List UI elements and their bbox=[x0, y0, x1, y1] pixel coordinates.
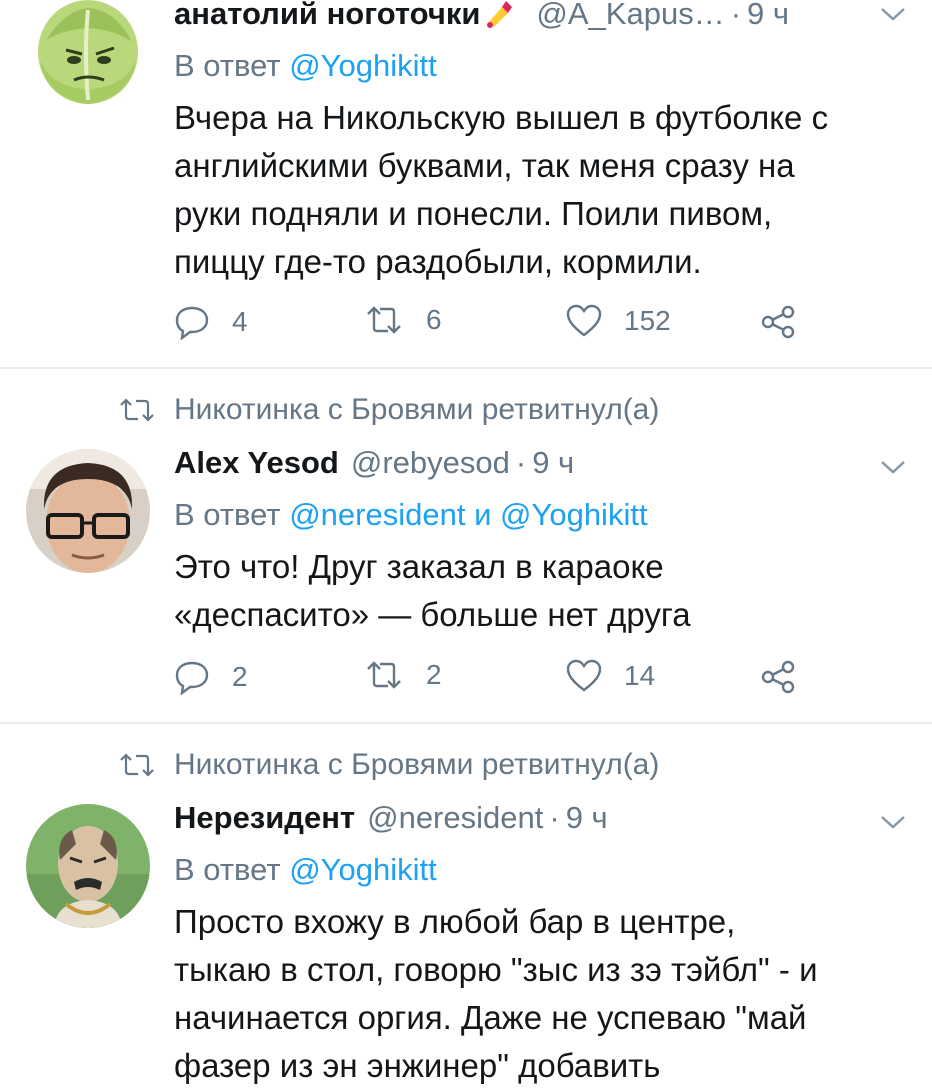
retweeted-by-text[interactable]: Никотинка с Бровями ретвитнул(а) bbox=[174, 748, 659, 782]
reply-to-mention[interactable]: @Yoghikitt bbox=[289, 852, 437, 887]
like-count: 14 bbox=[624, 660, 656, 691]
share-button[interactable] bbox=[760, 659, 820, 695]
reply-count: 2 bbox=[232, 661, 248, 692]
reply-icon bbox=[175, 661, 209, 695]
tweet-text-line: начинается оргия. Даже не успеваю "май bbox=[174, 999, 807, 1036]
reply-to-mention[interactable]: @Yoghikitt bbox=[289, 48, 437, 83]
reply-to-line: В ответ @Yoghikitt bbox=[174, 48, 437, 84]
reply-to-join: и bbox=[474, 497, 492, 532]
tweet-text-line: «деспасито» — больше нет друга bbox=[174, 596, 691, 633]
retweet-icon bbox=[120, 753, 154, 777]
tweet-1[interactable]: анатолий ноготочки @A_Kapus… · 9 ч В отв… bbox=[0, 0, 932, 368]
chevron-down-icon[interactable] bbox=[880, 459, 906, 475]
retweeted-by-line: Никотинка с Бровями ретвитнул(а) bbox=[118, 393, 659, 427]
retweet-count: 6 bbox=[426, 304, 442, 335]
avatar-cabbage[interactable] bbox=[26, 0, 150, 124]
tweet-3[interactable]: Никотинка с Бровями ретвитнул(а) Нерезид… bbox=[0, 724, 932, 1084]
separator-dot: · bbox=[730, 0, 742, 31]
nail-polish-emoji-icon bbox=[482, 0, 516, 31]
separator-dot: · bbox=[515, 445, 527, 480]
reply-to-prefix: В ответ bbox=[174, 852, 281, 887]
author-handle[interactable]: @neresident bbox=[367, 800, 543, 836]
tweet-actions: 4 6 152 bbox=[174, 304, 814, 344]
tweet-text-line: Просто вхожу в любой бар в центре, bbox=[174, 903, 736, 940]
like-button[interactable]: 14 bbox=[566, 659, 655, 693]
avatar-alex[interactable] bbox=[26, 449, 150, 573]
tweet-header: анатолий ноготочки @A_Kapus… · 9 ч bbox=[174, 0, 912, 32]
like-count: 152 bbox=[624, 305, 671, 336]
reply-button[interactable]: 2 bbox=[174, 659, 248, 695]
tweet-text-line: пиццу где-то раздобыли, кормили. bbox=[174, 243, 702, 280]
tweet-header: Нерезидент @neresident · 9 ч bbox=[174, 800, 912, 836]
tweet-text: Вчера на Никольскую вышел в футболке с а… bbox=[174, 94, 914, 286]
author-name[interactable]: анатолий ноготочки bbox=[174, 0, 480, 32]
tweet-text-line: тыкаю в стол, говорю "зыс из зэ тэйбл" -… bbox=[174, 951, 818, 988]
share-button[interactable] bbox=[760, 304, 820, 340]
tweet-text-line: Это что! Друг заказал в караоке bbox=[174, 548, 664, 585]
tweet-time[interactable]: 9 ч bbox=[532, 445, 574, 481]
author-name[interactable]: Нерезидент bbox=[174, 800, 355, 836]
retweeted-by-line: Никотинка с Бровями ретвитнул(а) bbox=[118, 748, 659, 782]
chevron-down-icon[interactable] bbox=[880, 814, 906, 830]
reply-to-prefix: В ответ bbox=[174, 48, 281, 83]
separator-dot: · bbox=[549, 800, 560, 835]
tweet-text-line: руки подняли и понесли. Поили пивом, bbox=[174, 195, 773, 232]
tweet-text: Это что! Друг заказал в караоке «деспаси… bbox=[174, 543, 914, 639]
tweet-actions: 2 2 14 bbox=[174, 659, 814, 699]
tweet-text-line: английскими буквами, так меня сразу на bbox=[174, 147, 795, 184]
author-handle[interactable]: @A_Kapus… bbox=[536, 0, 724, 32]
tweet-time[interactable]: 9 ч bbox=[747, 0, 789, 32]
reply-to-line: В ответ @neresident и @Yoghikitt bbox=[174, 497, 648, 533]
share-icon bbox=[761, 660, 795, 694]
tweet-text-line: фазер из эн энжинер" добавить bbox=[174, 1047, 661, 1084]
reply-to-mention[interactable]: @neresident bbox=[289, 497, 465, 532]
reply-to-prefix: В ответ bbox=[174, 497, 281, 532]
reply-button[interactable]: 4 bbox=[174, 304, 248, 340]
retweet-count: 2 bbox=[426, 659, 442, 690]
share-icon bbox=[761, 305, 795, 339]
heart-icon bbox=[566, 659, 602, 692]
reply-to-mention[interactable]: @Yoghikitt bbox=[500, 497, 648, 532]
retweet-button[interactable]: 2 bbox=[364, 659, 442, 691]
tweet-2[interactable]: Никотинка с Бровями ретвитнул(а) Alex Ye… bbox=[0, 369, 932, 723]
chevron-down-icon[interactable] bbox=[880, 6, 906, 22]
avatar-neresident[interactable] bbox=[26, 804, 150, 928]
reply-icon bbox=[175, 306, 209, 340]
retweeted-by-text[interactable]: Никотинка с Бровями ретвитнул(а) bbox=[174, 393, 659, 427]
like-button[interactable]: 152 bbox=[566, 304, 671, 338]
retweet-icon bbox=[367, 661, 401, 689]
retweet-icon bbox=[367, 306, 401, 334]
author-name[interactable]: Alex Yesod bbox=[174, 445, 339, 481]
retweet-icon bbox=[120, 398, 154, 422]
retweet-button[interactable]: 6 bbox=[364, 304, 442, 336]
tweet-time[interactable]: 9 ч bbox=[566, 800, 608, 836]
reply-to-line: В ответ @Yoghikitt bbox=[174, 852, 437, 888]
heart-icon bbox=[566, 304, 602, 337]
tweet-text-line: Вчера на Никольскую вышел в футболке с bbox=[174, 99, 829, 136]
reply-count: 4 bbox=[232, 306, 248, 337]
author-handle[interactable]: @rebyesod bbox=[351, 445, 510, 481]
tweet-header: Alex Yesod @rebyesod · 9 ч bbox=[174, 445, 912, 481]
tweet-text: Просто вхожу в любой бар в центре, тыкаю… bbox=[174, 898, 914, 1090]
